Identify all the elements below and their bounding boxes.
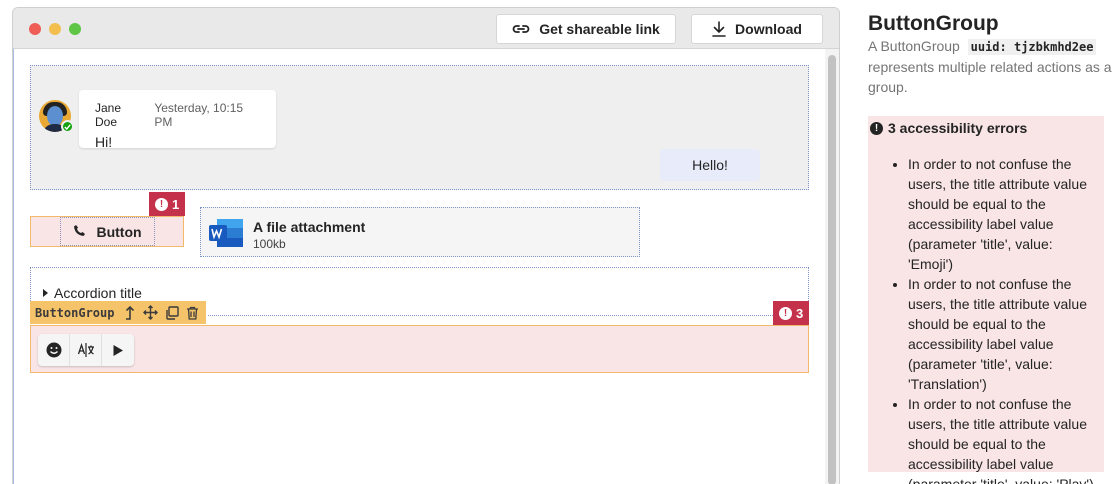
uuid-label: uuid: tjzbkmhd2ee (967, 39, 1097, 55)
outgoing-message: Hello! (660, 149, 760, 181)
translation-icon (77, 342, 94, 357)
component-name: ButtonGroup (35, 305, 115, 320)
component-toolbar: ButtonGroup (30, 301, 207, 324)
message-author: Jane Doe (95, 101, 122, 129)
description-end: represents multiple related actions as a… (868, 59, 1112, 95)
play-button[interactable] (102, 334, 134, 366)
duplicate-icon[interactable] (163, 304, 180, 321)
call-button[interactable]: Button (60, 217, 155, 246)
error-count-badge[interactable]: ! 3 (773, 301, 810, 325)
error-icon: ! (155, 197, 168, 211)
button-label: Button (96, 223, 142, 240)
vertical-scrollbar[interactable] (825, 49, 839, 484)
message-timestamp: Yesterday, 10:15 PM (154, 101, 244, 129)
button-group (38, 334, 134, 366)
minimize-window-button[interactable] (49, 23, 61, 35)
phone-icon (73, 224, 86, 240)
error-count: 1 (172, 196, 180, 212)
error-count: 3 (796, 305, 804, 321)
button-component[interactable]: Button (30, 216, 184, 247)
errors-heading-text: 3 accessibility errors (888, 120, 1028, 136)
word-file-icon (209, 219, 243, 247)
emoji-button[interactable] (38, 334, 70, 366)
download-label: Download (735, 21, 802, 37)
accordion-title-text: Accordion title (54, 285, 142, 301)
emoji-icon (46, 342, 61, 358)
download-button[interactable]: Download (691, 14, 823, 44)
share-label: Get shareable link (539, 21, 660, 37)
translation-button[interactable] (70, 334, 102, 366)
chat-component[interactable]: Jane Doe Yesterday, 10:15 PM Hi! Hello! (30, 65, 809, 190)
button-group-component[interactable] (30, 325, 809, 373)
errors-list: In order to not confuse the users, the t… (868, 154, 1104, 484)
file-attachment[interactable]: A file attachment 100kb (200, 207, 640, 257)
incoming-message: Jane Doe Yesterday, 10:15 PM Hi! (79, 90, 276, 150)
close-window-button[interactable] (29, 23, 41, 35)
error-icon: ! (779, 306, 792, 320)
error-item: In order to not confuse the users, the t… (908, 274, 1098, 394)
get-shareable-link-button[interactable]: Get shareable link (496, 14, 676, 44)
errors-heading: ! 3 accessibility errors (868, 120, 1104, 136)
caret-right-icon (43, 289, 48, 297)
description-start: A ButtonGroup (868, 38, 960, 54)
play-icon (113, 344, 123, 356)
message-text: Hi! (95, 134, 113, 150)
scrollbar-thumb[interactable] (828, 55, 836, 484)
error-item: In order to not confuse the users, the t… (908, 154, 1098, 274)
selection-outline (208, 315, 773, 316)
attachment-title: A file attachment (253, 219, 366, 235)
error-count-badge[interactable]: ! 1 (149, 192, 186, 216)
preview-window: Get shareable link Download Jane Doe Yes… (12, 7, 840, 484)
properties-panel: ButtonGroup A ButtonGroup uuid: tjzbkmhd… (868, 0, 1120, 484)
accordion-title[interactable]: Accordion title (43, 285, 142, 301)
panel-title: ButtonGroup (868, 12, 999, 35)
panel-description: A ButtonGroup uuid: tjzbkmhd2ee represen… (868, 36, 1120, 97)
select-parent-icon[interactable] (121, 304, 138, 321)
download-icon (712, 21, 726, 37)
maximize-window-button[interactable] (69, 23, 81, 35)
error-item: In order to not confuse the users, the t… (908, 394, 1098, 484)
presence-available-icon (61, 120, 74, 133)
attachment-size: 100kb (253, 237, 286, 251)
error-icon: ! (870, 121, 883, 135)
delete-icon[interactable] (184, 304, 201, 321)
move-icon[interactable] (142, 304, 159, 321)
accessibility-errors: ! 3 accessibility errors In order to not… (868, 116, 1104, 484)
link-icon (512, 22, 530, 36)
window-titlebar: Get shareable link Download (13, 8, 839, 49)
